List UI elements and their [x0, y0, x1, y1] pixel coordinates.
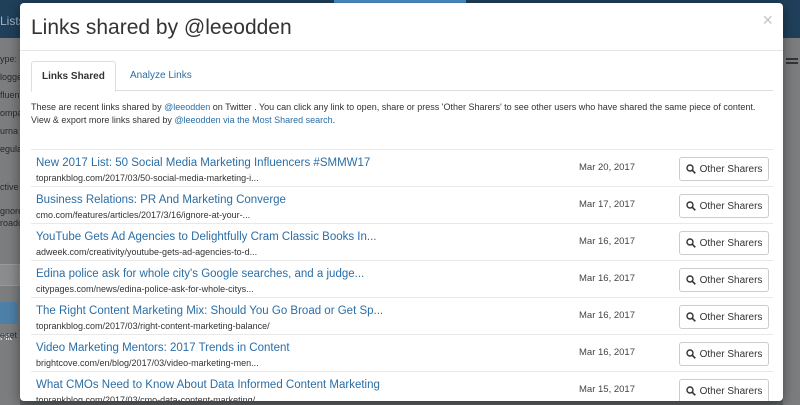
- right-panel: [783, 38, 800, 405]
- modal-title: Links shared by @leeodden: [31, 16, 292, 39]
- link-url: citypages.com/news/edina-police-ask-for-…: [36, 284, 254, 294]
- close-icon[interactable]: ×: [762, 11, 773, 29]
- link-date: Mar 16, 2017: [579, 273, 635, 284]
- tab-analyze-links[interactable]: Analyze Links: [120, 61, 202, 91]
- table-row: The Right Content Marketing Mix: Should …: [31, 297, 773, 334]
- search-icon: [685, 164, 696, 174]
- link-title[interactable]: YouTube Gets Ad Agencies to Delightfully…: [36, 231, 377, 243]
- other-sharers-button[interactable]: Other Sharers: [679, 379, 769, 401]
- modal-tabs: Links Shared Analyze Links: [31, 61, 773, 92]
- link-date: Mar 16, 2017: [579, 347, 635, 358]
- table-row: New 2017 List: 50 Social Media Marketing…: [31, 149, 773, 186]
- intro-part3: .: [332, 115, 336, 125]
- filter-option[interactable]: egula: [0, 144, 20, 154]
- table-row: YouTube Gets Ad Agencies to Delightfully…: [31, 223, 773, 260]
- link-title[interactable]: What CMOs Need to Know About Data Inform…: [36, 379, 380, 391]
- filter-option[interactable]: logge: [0, 72, 20, 82]
- link-date: Mar 16, 2017: [579, 310, 635, 321]
- filter-button[interactable]: [0, 302, 18, 324]
- search-icon: [685, 312, 696, 322]
- link-url: toprankblog.com/2017/03/right-content-ma…: [36, 321, 270, 331]
- table-row: What CMOs Need to Know About Data Inform…: [31, 371, 773, 401]
- filter-option[interactable]: roadc: [0, 218, 20, 228]
- filter-option[interactable]: ompa: [0, 108, 20, 118]
- search-icon: [685, 386, 696, 396]
- background-search-input[interactable]: [0, 264, 20, 286]
- other-sharers-button[interactable]: Other Sharers: [679, 231, 769, 255]
- link-date: Mar 16, 2017: [579, 236, 635, 247]
- other-sharers-button[interactable]: Other Sharers: [679, 157, 769, 181]
- table-row: Edina police ask for whole city's Google…: [31, 260, 773, 297]
- table-row: Business Relations: PR And Marketing Con…: [31, 186, 773, 223]
- other-sharers-label: Other Sharers: [699, 237, 763, 249]
- other-sharers-label: Other Sharers: [699, 311, 763, 323]
- other-sharers-button[interactable]: Other Sharers: [679, 342, 769, 366]
- intro-part1: These are recent links shared by: [31, 102, 165, 112]
- link-url: toprankblog.com/2017/03/50-social-media-…: [36, 173, 259, 183]
- other-sharers-label: Other Sharers: [699, 200, 763, 212]
- links-table: New 2017 List: 50 Social Media Marketing…: [31, 149, 773, 401]
- table-row: Video Marketing Mentors: 2017 Trends in …: [31, 334, 773, 371]
- other-sharers-label: Other Sharers: [699, 274, 763, 286]
- other-sharers-button[interactable]: Other Sharers: [679, 194, 769, 218]
- other-sharers-button[interactable]: Other Sharers: [679, 268, 769, 292]
- link-title[interactable]: New 2017 List: 50 Social Media Marketing…: [36, 157, 370, 169]
- tab-links-shared[interactable]: Links Shared: [31, 61, 116, 92]
- modal-header: Links shared by @leeodden ×: [20, 3, 783, 51]
- menu-icon[interactable]: [786, 58, 798, 68]
- link-date: Mar 20, 2017: [579, 162, 635, 173]
- filter-label: ype:: [0, 54, 18, 64]
- search-icon: [685, 238, 696, 248]
- reset-link[interactable]: eset: [0, 330, 17, 340]
- most-shared-search-link[interactable]: @leeodden via the Most Shared search: [174, 115, 332, 125]
- link-url: toprankblog.com/2017/03/cmo-data-content…: [36, 395, 256, 401]
- link-url: brightcove.com/en/blog/2017/03/video-mar…: [36, 358, 259, 368]
- other-sharers-label: Other Sharers: [699, 385, 763, 397]
- handle-link[interactable]: @leeodden: [164, 102, 210, 112]
- other-sharers-button[interactable]: Other Sharers: [679, 305, 769, 329]
- intro-text: These are recent links shared by @leeodd…: [31, 101, 773, 127]
- search-icon: [685, 349, 696, 359]
- link-title[interactable]: Business Relations: PR And Marketing Con…: [36, 194, 286, 206]
- search-icon: [685, 275, 696, 285]
- other-sharers-label: Other Sharers: [699, 163, 763, 175]
- other-sharers-label: Other Sharers: [699, 348, 763, 360]
- link-title[interactable]: The Right Content Marketing Mix: Should …: [36, 305, 383, 317]
- link-date: Mar 15, 2017: [579, 384, 635, 395]
- filter-option[interactable]: ctive: [0, 182, 19, 192]
- filter-option[interactable]: gnore: [0, 206, 20, 216]
- link-url: cmo.com/features/articles/2017/3/16/igno…: [36, 210, 251, 220]
- filter-side-labels: ype: logge fluen ompa urna egula ctive g…: [0, 38, 20, 405]
- filter-option[interactable]: fluen: [0, 90, 20, 100]
- filter-option[interactable]: urna: [0, 126, 18, 136]
- links-shared-modal: Links shared by @leeodden × Links Shared…: [20, 3, 783, 401]
- link-url: adweek.com/creativity/youtube-gets-ad-ag…: [36, 247, 258, 257]
- link-date: Mar 17, 2017: [579, 199, 635, 210]
- search-icon: [685, 201, 696, 211]
- link-title[interactable]: Video Marketing Mentors: 2017 Trends in …: [36, 342, 290, 354]
- link-title[interactable]: Edina police ask for whole city's Google…: [36, 268, 364, 280]
